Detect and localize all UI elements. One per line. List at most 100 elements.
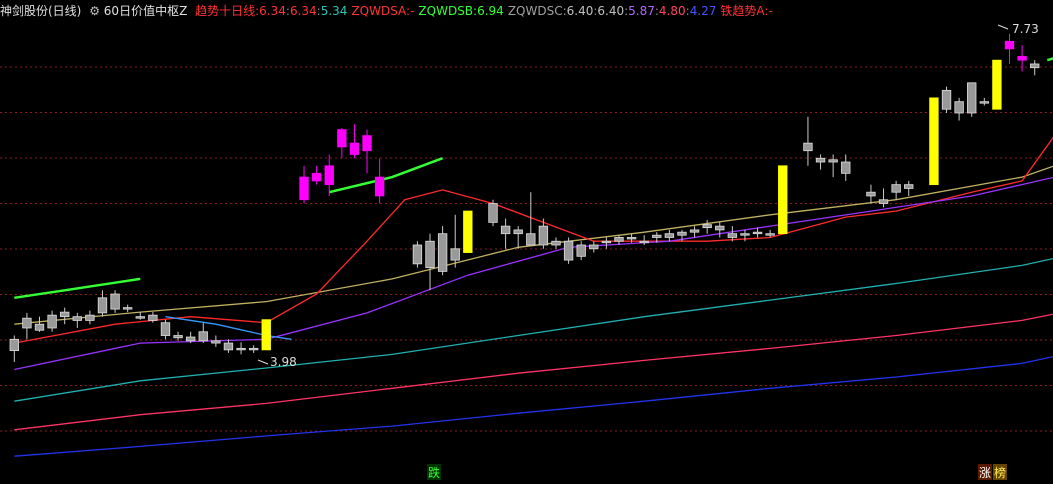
candle-body: [929, 97, 939, 186]
candle-body: [538, 225, 549, 246]
settings-gear-icon[interactable]: ⚙: [89, 0, 100, 22]
candle-body: [1017, 56, 1027, 61]
high-arrow-icon: [997, 24, 1009, 30]
signal-rank-badge: 榜: [994, 465, 1006, 480]
candle-body: [349, 142, 360, 155]
candle-body: [526, 233, 536, 246]
candle-body: [601, 240, 612, 244]
candle-body: [374, 176, 385, 197]
candle-body: [135, 316, 145, 319]
candle-body: [866, 191, 876, 197]
candle-body: [740, 233, 750, 236]
candle-body: [614, 237, 624, 242]
candle-body: [9, 338, 19, 352]
candle-body: [689, 229, 700, 233]
candle-body: [992, 59, 1002, 110]
indicator-legend: 神剑股份(日线) ⚙ 60日价值中枢Z 趋势十日线: 6.34 : 6.34 :…: [0, 0, 1053, 22]
candle-body: [765, 233, 775, 236]
price-grid: [0, 66, 1053, 432]
candle-body: [576, 244, 586, 257]
low-arrow-icon: [257, 359, 269, 365]
legend-value: 6.40: [597, 4, 625, 18]
candle-body: [110, 293, 120, 310]
candle-body: [34, 323, 45, 331]
high-price-label: 7.73: [1012, 22, 1039, 36]
legend-value: 6.94: [477, 4, 504, 18]
legend-label: ZQWDSB:: [418, 4, 478, 18]
candle-body: [362, 135, 372, 152]
indicator-name[interactable]: 60日价值中枢Z: [104, 0, 188, 22]
candle-body: [904, 184, 914, 189]
legend-value: 4.27: [689, 4, 717, 18]
legend-label: ZQWDSC:: [507, 4, 567, 18]
low-price-label: 3.98: [270, 355, 297, 369]
trend_green-line: [328, 157, 444, 194]
signal-fall-badge: 跌: [428, 465, 440, 480]
candle-body: [248, 347, 259, 351]
candle-body: [463, 210, 473, 253]
candle-body: [324, 165, 334, 186]
candle-body: [954, 101, 964, 114]
candle-body: [337, 129, 347, 148]
candle-body: [702, 224, 712, 229]
candle-body: [639, 240, 649, 244]
annotations: 7.73 3.98 跌 涨榜: [257, 22, 1039, 480]
candle-body: [1030, 63, 1040, 69]
candle-body: [941, 89, 952, 110]
candle-body: [148, 314, 158, 321]
candle-body: [488, 203, 498, 223]
candle-body: [500, 225, 511, 235]
candle-body: [173, 335, 183, 339]
ma_blue-line: [14, 355, 1053, 457]
legend-value: 6.34: [289, 4, 317, 18]
candle-body: [450, 248, 460, 261]
trend_green-line: [1046, 57, 1053, 62]
candle-body: [122, 307, 133, 310]
indicator-items: 趋势十日线: 6.34 : 6.34 : 5.34 ZQWDSA: - ZQWDSB…: [191, 0, 773, 22]
candle-body: [513, 229, 523, 235]
stock-name: 神剑股份(日线): [0, 4, 82, 18]
candle-body: [828, 159, 838, 163]
candle-body: [967, 82, 977, 114]
candle-body: [551, 240, 561, 246]
legend-value: -: [768, 4, 773, 18]
candle-body: [60, 311, 70, 318]
candle-body: [752, 231, 763, 235]
legend-value: 4.80: [658, 4, 686, 18]
candlestick-chart: 7.73 3.98 跌 涨榜: [0, 22, 1053, 480]
legend-label: ZQWDSA:: [351, 4, 411, 18]
legend-value: 5.87: [628, 4, 655, 18]
candle-body: [236, 347, 246, 351]
candle-body: [160, 322, 171, 336]
legend-label: 趋势十日线:: [195, 4, 260, 18]
candle-body: [878, 199, 889, 204]
legend-value: -: [410, 4, 415, 18]
ma_red-line: [14, 136, 1053, 344]
candle-body: [412, 244, 423, 265]
candle-body: [727, 233, 738, 238]
candle-body: [299, 176, 309, 201]
candle-body: [677, 231, 687, 236]
candle-body: [652, 234, 662, 238]
indicator-lines: [14, 57, 1053, 457]
candle-body: [803, 142, 813, 152]
candle-body: [664, 233, 675, 238]
candle-body: [815, 157, 826, 163]
candle-body: [778, 165, 788, 235]
candle-body: [97, 297, 108, 314]
candle-body: [589, 244, 599, 250]
legend-value: 5.34: [320, 4, 348, 18]
candle-body: [198, 331, 208, 342]
candle-body: [261, 319, 271, 351]
candle-body: [626, 237, 637, 240]
candle-body: [841, 161, 851, 174]
legend-value: 6.34: [259, 4, 286, 18]
candle-body: [85, 314, 95, 321]
candle-body: [223, 342, 234, 351]
candle-body: [563, 240, 574, 261]
candle-body: [211, 340, 221, 344]
legend-value: 6.40: [566, 4, 594, 18]
candles: [9, 33, 1040, 362]
candle-body: [311, 172, 322, 182]
candle-body: [891, 184, 901, 193]
